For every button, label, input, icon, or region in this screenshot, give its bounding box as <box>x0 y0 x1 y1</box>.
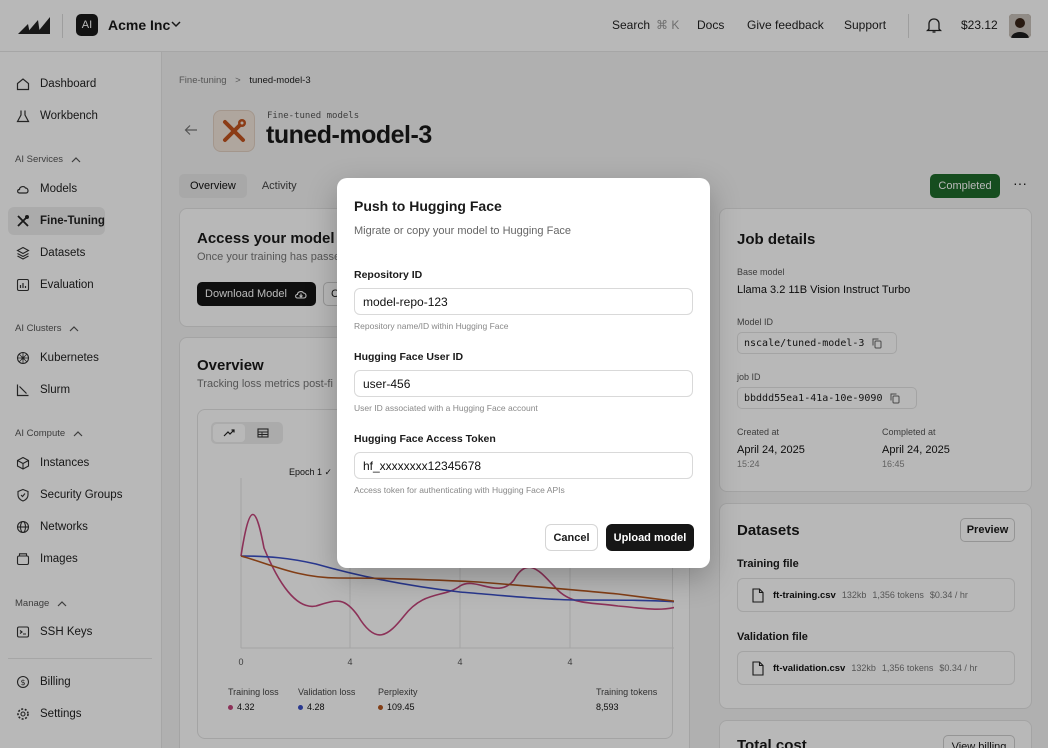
push-to-hugging-face-dialog: Push to Hugging Face Migrate or copy you… <box>337 178 710 568</box>
upload-model-button[interactable]: Upload model <box>606 524 694 551</box>
user-id-help: User ID associated with a Hugging Face a… <box>354 403 538 413</box>
repository-id-help: Repository name/ID within Hugging Face <box>354 321 509 331</box>
access-token-help: Access token for authenticating with Hug… <box>354 485 565 495</box>
user-id-label: Hugging Face User ID <box>354 351 464 363</box>
dialog-subtitle: Migrate or copy your model to Hugging Fa… <box>354 225 572 237</box>
access-token-label: Hugging Face Access Token <box>354 433 496 445</box>
repository-id-input[interactable] <box>354 288 693 315</box>
access-token-input[interactable] <box>354 452 693 479</box>
dialog-title: Push to Hugging Face <box>354 198 502 214</box>
user-id-input[interactable] <box>354 370 693 397</box>
cancel-button[interactable]: Cancel <box>545 524 598 551</box>
repository-id-label: Repository ID <box>354 269 423 281</box>
